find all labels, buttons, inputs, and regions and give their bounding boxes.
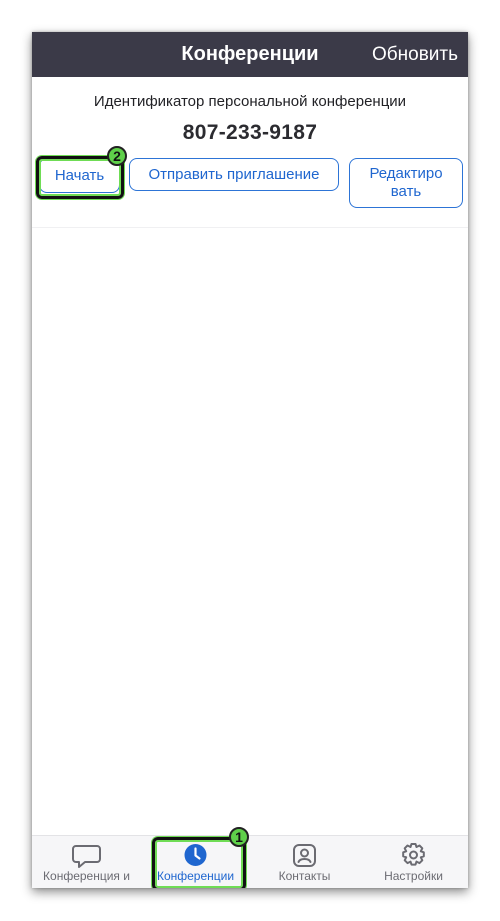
gear-icon [359, 842, 468, 868]
pmi-number: 807-233-9187 [182, 121, 318, 144]
tab-settings[interactable]: Настройки [359, 836, 468, 888]
bottom-navigation: Конференция и Конференции Контакты Настр… [32, 835, 468, 888]
refresh-button[interactable]: Обновить [372, 32, 458, 77]
top-bar: Конференции Обновить [32, 32, 468, 77]
divider [32, 227, 468, 228]
chat-bubble-icon [32, 842, 141, 868]
app-screen: Конференции Обновить Идентификатор персо… [32, 32, 468, 888]
pmi-label: Идентификатор персональной конференции [93, 93, 407, 110]
start-button[interactable]: Начать [39, 158, 120, 193]
tab-meet-chat[interactable]: Конференция и [32, 836, 141, 888]
edit-button[interactable]: Редактиро вать [349, 158, 463, 208]
tab-label: Настройки [384, 869, 443, 883]
tab-label: Контакты [278, 869, 331, 883]
contact-icon [250, 842, 359, 868]
step-badge-2: 2 [107, 146, 127, 166]
step-badge-1: 1 [229, 827, 249, 847]
tab-label: Конференция и [43, 869, 130, 883]
send-invitation-button[interactable]: Отправить приглашение [129, 158, 339, 191]
tab-contacts[interactable]: Контакты [250, 836, 359, 888]
tab-label: Конференции [156, 869, 235, 883]
